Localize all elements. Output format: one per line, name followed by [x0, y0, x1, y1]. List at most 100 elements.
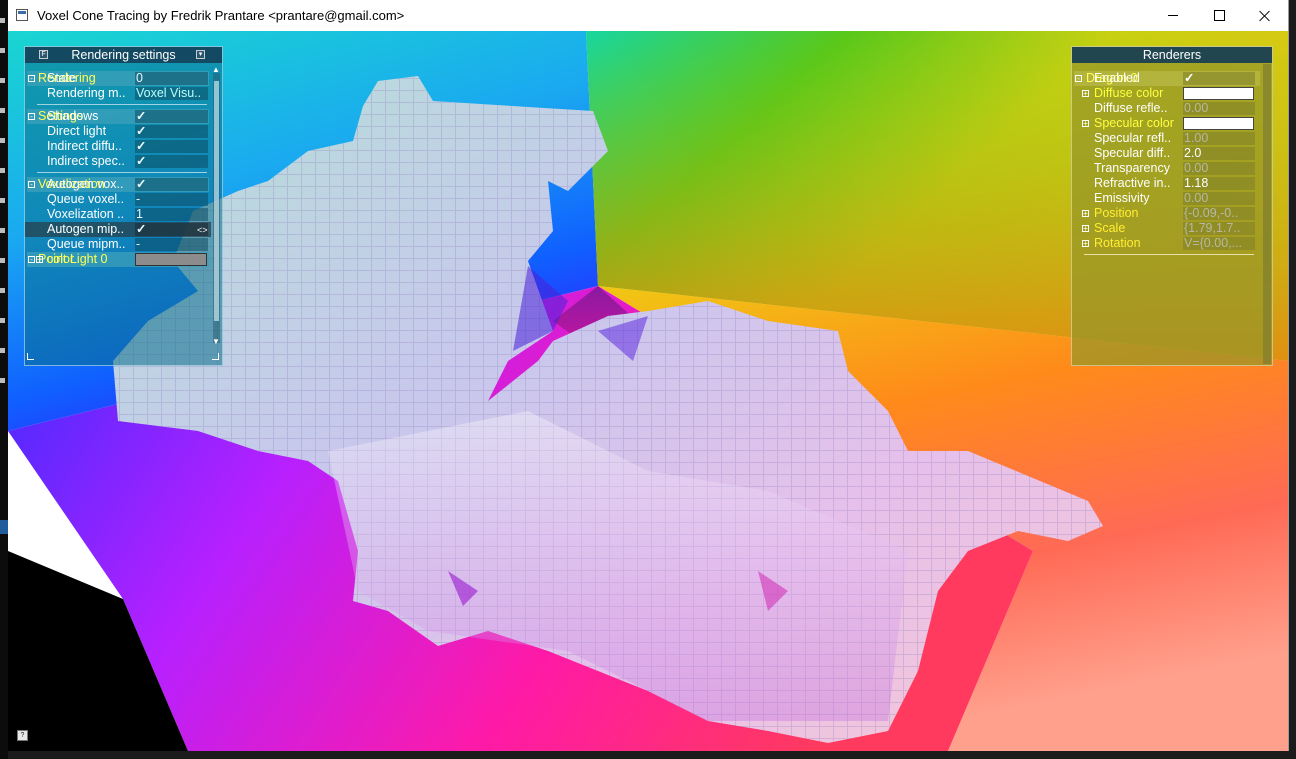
scrollbar[interactable]	[213, 73, 220, 343]
renderer-row[interactable]: Specular refl.. 1.00	[1072, 131, 1260, 146]
setting-label: Voxelization ..	[47, 207, 125, 221]
diffuse-color-swatch[interactable]	[1183, 87, 1254, 100]
setting-label: Indirect spec..	[47, 154, 125, 168]
indirect-diffuse-checkbox[interactable]: ✓	[135, 140, 208, 153]
renderer-label: Position	[1094, 206, 1139, 220]
voxelization-field[interactable]: 1	[135, 208, 208, 221]
renderer-row[interactable]: Enabled ✓	[1072, 71, 1260, 86]
console-selection	[0, 520, 8, 534]
rotation-field[interactable]: V={0.00,...	[1183, 237, 1255, 250]
renderer-row[interactable]: + Position {-0.09,-0..	[1072, 206, 1260, 221]
renderer-row[interactable]: + Rotation V={0.00,...	[1072, 236, 1260, 251]
console-text	[0, 378, 5, 383]
autogen-voxelization-checkbox[interactable]: ✓	[135, 178, 208, 191]
setting-label: Indirect diffu..	[47, 139, 122, 153]
refractive-index-field[interactable]: 1.18	[1183, 177, 1255, 190]
rendering-mode-select[interactable]: Voxel Visu..	[135, 87, 208, 100]
shadows-checkbox[interactable]: ✓	[135, 110, 208, 123]
renderer-label: Specular refl..	[1094, 131, 1172, 145]
expand-icon[interactable]: +	[1082, 120, 1089, 128]
setting-row[interactable]: Direct light ✓	[25, 124, 211, 139]
minimize-icon	[1168, 15, 1178, 16]
setting-label: Queue voxel..	[47, 192, 125, 206]
setting-row[interactable]: State 0	[25, 71, 211, 86]
background-console	[0, 0, 8, 759]
renderer-row[interactable]: Emissivity 0.00	[1072, 191, 1260, 206]
enabled-checkbox[interactable]: ✓	[1183, 72, 1255, 85]
setting-row[interactable]: Queue voxel.. -	[25, 192, 211, 207]
renderers-panel[interactable]: Renderers - Dragon 0 Enabled ✓ + Diffuse co…	[1071, 46, 1273, 366]
rendering-settings-title[interactable]: Rendering settings	[25, 47, 222, 63]
specular-diffusion-field[interactable]: 2.0	[1183, 147, 1255, 160]
renderer-row[interactable]: Transparency 0.00	[1072, 161, 1260, 176]
minimize-button[interactable]	[1150, 0, 1196, 31]
expand-icon[interactable]: +	[1082, 240, 1089, 248]
setting-row[interactable]: Queue mipm.. -	[25, 237, 211, 252]
setting-row[interactable]: Indirect spec.. ✓	[25, 154, 211, 169]
setting-row[interactable]: Rendering m.. Voxel Visu..	[25, 86, 211, 101]
specular-color-swatch[interactable]	[1183, 117, 1254, 130]
renderer-label: Enabled	[1094, 71, 1140, 85]
app-icon[interactable]	[16, 9, 28, 21]
setting-row[interactable]: Shadows ✓	[25, 109, 211, 124]
setting-label: color	[47, 252, 75, 266]
separator	[1072, 251, 1260, 259]
setting-label: State	[47, 71, 77, 85]
window-title: Voxel Cone Tracing by Fredrik Prantare <…	[37, 8, 405, 23]
edit-arrows-icon[interactable]: <>	[197, 223, 208, 238]
setting-row[interactable]: Voxelization .. 1	[25, 207, 211, 222]
setting-row[interactable]: + color	[25, 252, 211, 267]
expand-icon[interactable]: +	[36, 256, 43, 264]
font-size-button[interactable]: F	[39, 50, 48, 59]
expand-icon[interactable]: +	[1082, 210, 1089, 218]
close-button[interactable]	[1242, 0, 1288, 31]
console-text	[0, 258, 5, 263]
expand-icon[interactable]: +	[1082, 225, 1089, 233]
renderer-label: Scale	[1094, 221, 1126, 235]
console-text	[0, 198, 5, 203]
console-text	[0, 228, 5, 233]
resize-corner-left-icon[interactable]	[27, 353, 34, 360]
scroll-up-icon[interactable]: ▲	[212, 65, 220, 74]
diffuse-reflectivity-field[interactable]: 0.00	[1183, 102, 1255, 115]
resize-corner-right-icon[interactable]	[212, 353, 219, 360]
maximize-button[interactable]	[1196, 0, 1242, 31]
renderer-row[interactable]: Refractive in.. 1.18	[1072, 176, 1260, 191]
setting-label: Rendering m..	[47, 86, 126, 100]
color-swatch[interactable]	[135, 253, 207, 266]
renderers-title[interactable]: Renderers	[1072, 47, 1272, 63]
rendering-settings-panel[interactable]: Rendering settings F ▾ - Rendering State 0…	[24, 46, 223, 366]
emissivity-field[interactable]: 0.00	[1183, 192, 1255, 205]
queue-voxelization-button[interactable]: -	[135, 193, 208, 206]
direct-light-checkbox[interactable]: ✓	[135, 125, 208, 138]
minimize-panel-button[interactable]: ▾	[196, 50, 205, 59]
renderer-label: Specular diff..	[1094, 146, 1171, 160]
scale-field[interactable]: {1.79,1.7..	[1183, 222, 1255, 235]
specular-reflectivity-field[interactable]: 1.00	[1183, 132, 1255, 145]
setting-row[interactable]: Autogen vox.. ✓	[25, 177, 211, 192]
queue-mipmap-button[interactable]: -	[135, 238, 208, 251]
indirect-specular-checkbox[interactable]: ✓	[135, 155, 208, 168]
state-field[interactable]: 0	[135, 72, 208, 85]
rendering-settings-rows: - Rendering State 0 Rendering m.. Voxel Vis…	[25, 71, 211, 267]
title-bar[interactable]: Voxel Cone Tracing by Fredrik Prantare <…	[8, 0, 1288, 31]
setting-row[interactable]: Indirect diffu.. ✓	[25, 139, 211, 154]
renderer-row[interactable]: + Scale {1.79,1.7..	[1072, 221, 1260, 236]
renderer-row[interactable]: + Diffuse color	[1072, 86, 1260, 101]
position-field[interactable]: {-0.09,-0..	[1183, 207, 1255, 220]
scrollbar[interactable]	[1263, 64, 1271, 364]
renderer-row[interactable]: Diffuse refle.. 0.00	[1072, 101, 1260, 116]
setting-label: Autogen vox..	[47, 177, 124, 191]
setting-row-selected[interactable]: Autogen mip.. ✓ <>	[25, 222, 211, 237]
scroll-down-icon[interactable]: ▼	[212, 337, 220, 346]
renderer-label: Specular color	[1094, 116, 1174, 130]
console-text	[0, 348, 5, 353]
help-icon[interactable]: ?	[17, 730, 28, 741]
transparency-field[interactable]: 0.00	[1183, 162, 1255, 175]
renderer-row[interactable]: Specular diff.. 2.0	[1072, 146, 1260, 161]
expand-icon[interactable]: +	[1082, 90, 1089, 98]
scrollbar-thumb[interactable]	[214, 81, 219, 321]
setting-label: Direct light	[47, 124, 107, 138]
console-text	[0, 48, 5, 53]
renderer-row[interactable]: + Specular color	[1072, 116, 1260, 131]
